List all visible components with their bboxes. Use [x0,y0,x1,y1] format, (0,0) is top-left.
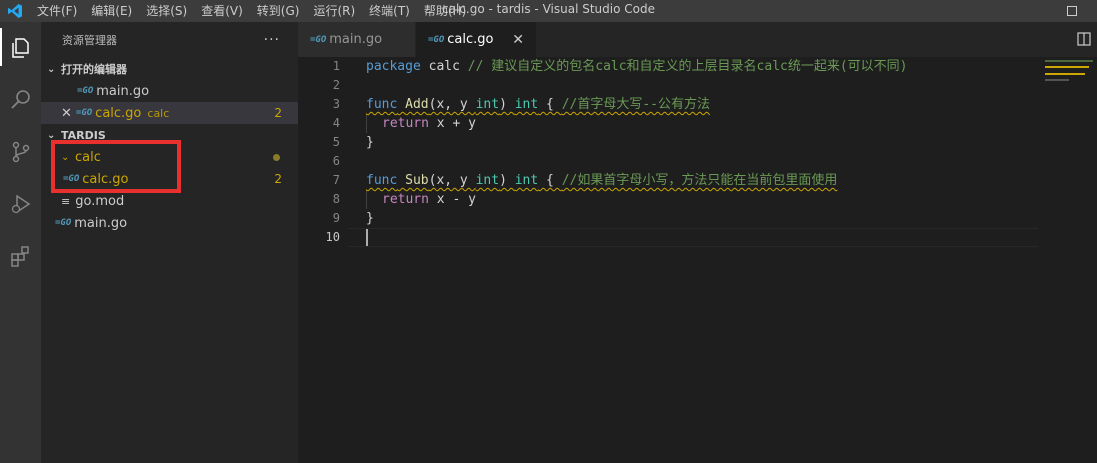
tab-main-go[interactable]: =GO main.go [298,22,416,57]
line-number: 5 [332,135,340,149]
line-number: 7 [332,173,340,187]
menu-help[interactable]: 帮助(H) [417,0,473,22]
menu-run[interactable]: 运行(R) [306,0,362,22]
problem-count-badge: 2 [274,172,282,186]
go-file-icon: =GO [428,34,445,45]
minimap-line [1045,60,1093,62]
open-editors-label: 打开的编辑器 [61,63,127,76]
open-editor-name: main.go [96,83,150,99]
minimap-line [1045,73,1085,75]
folder-name: calc [75,149,101,165]
code-line: 5 } [298,133,1038,152]
chevron-down-icon: ⌄ [47,63,56,75]
menu-bar: 文件(F) 编辑(E) 选择(S) 查看(V) 转到(G) 运行(R) 终端(T… [30,0,473,22]
line-number: 4 [332,116,340,130]
explorer-header: 资源管理器 ··· [41,22,298,58]
window-controls [1047,0,1097,22]
line-number: 3 [332,97,340,111]
code-text: return x - y [382,192,476,207]
open-editor-main-go[interactable]: =GO main.go [41,80,298,102]
search-icon[interactable] [0,74,41,126]
tab-calc-go[interactable]: =GO calc.go ✕ [416,22,537,57]
line-number: 8 [332,192,340,206]
modified-dot-icon [273,154,280,161]
editor-tabs: =GO main.go =GO calc.go ✕ [298,22,1097,57]
text-file-icon: ≡ [61,194,71,208]
go-file-icon: =GO [63,174,80,184]
go-file-icon: =GO [77,86,94,96]
explorer-sidebar: 资源管理器 ··· ⌄ 打开的编辑器 =GO main.go ✕ =GO cal… [41,22,298,463]
code-text: } [366,211,374,226]
explorer-icon[interactable] [0,22,41,74]
menu-selection[interactable]: 选择(S) [139,0,194,22]
code-line: 9 } [298,209,1038,228]
code-text: func Add(x, y int) int { //首字母大写--公有方法 [366,97,711,112]
line-number: 2 [332,78,340,92]
minimap-line [1045,79,1069,81]
chevron-down-icon: ⌄ [47,129,56,141]
line-number: 9 [332,211,340,225]
workspace-label: TARDIS [61,128,106,142]
menu-file[interactable]: 文件(F) [30,0,84,22]
line-number: 1 [332,59,340,73]
code-text: func Sub(x, y int) int { //如果首字母小写，方法只能在… [366,173,838,188]
code-editor[interactable]: 1 package calc // 建议自定义的包名calc和自定义的上层目录名… [298,57,1097,463]
code-line: 2 [298,76,1038,95]
code-line: 7 func Sub(x, y int) int { //如果首字母小写，方法只… [298,171,1038,190]
file-go-mod[interactable]: ≡ go.mod [41,190,298,212]
open-editor-calc-go[interactable]: ✕ =GO calc.go calc 2 [41,102,298,124]
line-number: 6 [332,154,340,168]
code-line: 4 return x + y [298,114,1038,133]
go-file-icon: =GO [75,108,93,118]
tab-label: main.go [329,32,383,47]
menu-go[interactable]: 转到(G) [250,0,307,22]
source-control-icon[interactable] [0,126,41,178]
problem-count-badge: 2 [274,106,282,120]
file-calc-go[interactable]: =GO calc.go 2 [41,168,298,190]
menu-terminal[interactable]: 终端(T) [362,0,417,22]
menu-edit[interactable]: 编辑(E) [84,0,139,22]
maximize-icon [1067,6,1077,16]
tab-label: calc.go [447,32,494,47]
chevron-down-icon: ⌄ [61,151,70,163]
code-text: return x + y [382,116,476,131]
extensions-icon[interactable] [0,230,41,282]
vscode-logo-icon [0,0,30,22]
menu-view[interactable]: 查看(V) [194,0,250,22]
code-text: package calc // 建议自定义的包名calc和自定义的上层目录名ca… [366,59,908,74]
maximize-button[interactable] [1047,0,1097,22]
open-editor-name: calc.go [95,105,142,121]
open-editor-folder: calc [147,106,170,120]
run-debug-icon[interactable] [0,178,41,230]
open-editors-section[interactable]: ⌄ 打开的编辑器 [41,58,298,80]
file-name: go.mod [75,193,125,209]
go-file-icon: =GO [55,218,72,228]
workspace-section[interactable]: ⌄ TARDIS [41,124,298,146]
go-file-icon: =GO [310,34,327,45]
more-actions-icon[interactable]: ··· [264,32,280,48]
title-bar: 文件(F) 编辑(E) 选择(S) 查看(V) 转到(G) 运行(R) 终端(T… [0,0,1097,22]
explorer-title: 资源管理器 [62,34,117,47]
line-number: 10 [325,230,340,244]
code-line: 6 [298,152,1038,171]
file-name: calc.go [82,171,129,187]
code-line: 1 package calc // 建议自定义的包名calc和自定义的上层目录名… [298,57,1038,76]
tab-close-icon[interactable]: ✕ [512,32,524,48]
split-editor-icon[interactable] [1077,32,1091,50]
minimap[interactable] [1043,57,1097,463]
code-line: 3 func Add(x, y int) int { //首字母大写--公有方法 [298,95,1038,114]
code-text: } [366,135,374,150]
activity-bar [0,22,41,463]
close-icon[interactable]: ✕ [61,106,72,121]
folder-calc[interactable]: ⌄ calc [41,146,298,168]
minimap-line [1045,66,1089,68]
file-main-go[interactable]: =GO main.go [41,212,298,234]
file-name: main.go [74,215,128,231]
text-cursor [366,229,368,246]
code-line: 10 [298,228,1038,247]
code-line: 8 return x - y [298,190,1038,209]
